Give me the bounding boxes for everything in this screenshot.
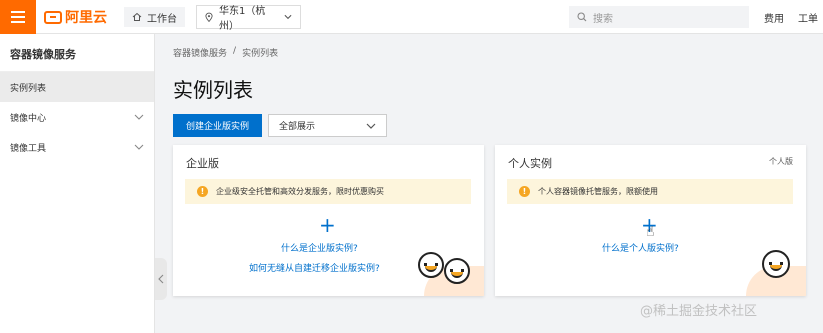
card-tag: 个人版 bbox=[769, 157, 793, 166]
sidebar-title: 容器镜像服务 bbox=[0, 34, 154, 72]
sidebar-item-image-center[interactable]: 镜像中心 bbox=[0, 102, 154, 132]
sidebar: 容器镜像服务 实例列表 镜像中心 镜像工具 bbox=[0, 34, 155, 333]
watermark: @稀土掘金技术社区 bbox=[640, 304, 758, 319]
region-label: 华东1（杭州） bbox=[219, 6, 266, 32]
sidebar-item-label: 镜像中心 bbox=[10, 113, 47, 124]
hamburger-menu-button[interactable] bbox=[0, 0, 36, 34]
sidebar-collapse-button[interactable] bbox=[155, 258, 167, 300]
chevron-down-icon bbox=[284, 14, 292, 20]
display-filter-select[interactable]: 全部展示 bbox=[268, 114, 387, 137]
workbench-label: 工作台 bbox=[147, 13, 177, 25]
breadcrumb-separator: / bbox=[233, 46, 237, 56]
avatar-illustration bbox=[444, 258, 470, 284]
select-value: 全部展示 bbox=[279, 122, 316, 132]
region-selector[interactable]: 华东1（杭州） bbox=[196, 5, 301, 32]
what-is-enterprise-link[interactable]: 什么是企业版实例? bbox=[281, 241, 358, 254]
breadcrumb-item-service[interactable]: 容器镜像服务 bbox=[173, 46, 227, 59]
sidebar-item-image-tools[interactable]: 镜像工具 bbox=[0, 132, 154, 162]
avatar-illustration bbox=[418, 252, 444, 278]
breadcrumb: 容器镜像服务 / 实例列表 bbox=[173, 46, 278, 59]
create-enterprise-instance-button[interactable]: 创建企业版实例 bbox=[173, 114, 262, 137]
what-is-personal-link[interactable]: 什么是个人版实例? bbox=[602, 241, 679, 254]
notice-text: 企业级安全托管和高效分发服务，限时优惠购买 bbox=[216, 187, 384, 196]
ticket-link[interactable]: 工单 bbox=[798, 10, 818, 25]
chevron-down-icon bbox=[134, 114, 144, 120]
logo-mark-icon bbox=[44, 10, 62, 24]
chevron-down-icon bbox=[134, 144, 144, 150]
notice-text: 个人容器镜像托管服务，限额使用 bbox=[538, 187, 658, 196]
breadcrumb-item-current: 实例列表 bbox=[242, 49, 279, 59]
avatar-illustration bbox=[762, 250, 790, 278]
billing-link[interactable]: 费用 bbox=[764, 10, 784, 25]
search-icon bbox=[577, 12, 587, 22]
hamburger-icon bbox=[11, 11, 25, 13]
card-title: 个人实例 bbox=[508, 157, 552, 170]
warning-icon: ! bbox=[519, 186, 530, 197]
chevron-left-icon bbox=[158, 274, 164, 284]
sidebar-item-instance-list[interactable]: 实例列表 bbox=[0, 72, 154, 102]
aliyun-logo[interactable]: 阿里云 bbox=[44, 6, 107, 28]
notice-banner: ! 企业级安全托管和高效分发服务，限时优惠购买 bbox=[185, 179, 471, 204]
home-icon bbox=[132, 12, 142, 21]
notice-banner: ! 个人容器镜像托管服务，限额使用 bbox=[507, 179, 793, 204]
search-box[interactable]: 搜索 bbox=[569, 6, 749, 28]
search-placeholder: 搜索 bbox=[593, 13, 613, 25]
enterprise-edition-card: 企业版 ! 企业级安全托管和高效分发服务，限时优惠购买 + 什么是企业版实例? … bbox=[173, 145, 484, 296]
sidebar-item-label: 镜像工具 bbox=[10, 143, 47, 154]
plus-icon[interactable]: + bbox=[319, 215, 336, 235]
warning-icon: ! bbox=[197, 186, 208, 197]
sidebar-item-label: 实例列表 bbox=[10, 83, 47, 94]
page-title: 实例列表 bbox=[173, 78, 253, 102]
migrate-enterprise-link[interactable]: 如何无缝从自建迁移企业版实例? bbox=[249, 261, 380, 274]
personal-edition-card: 个人实例 个人版 ! 个人容器镜像托管服务，限额使用 + 什么是个人版实例? bbox=[495, 145, 806, 296]
hand-cursor-icon: ☝ bbox=[646, 224, 655, 240]
card-title: 企业版 bbox=[186, 157, 219, 170]
workbench-button[interactable]: 工作台 bbox=[124, 7, 185, 27]
top-navigation-bar: 阿里云 工作台 华东1（杭州） 搜索 费用 工单 bbox=[0, 0, 823, 34]
chevron-down-icon bbox=[366, 123, 376, 129]
location-pin-icon bbox=[205, 12, 213, 22]
